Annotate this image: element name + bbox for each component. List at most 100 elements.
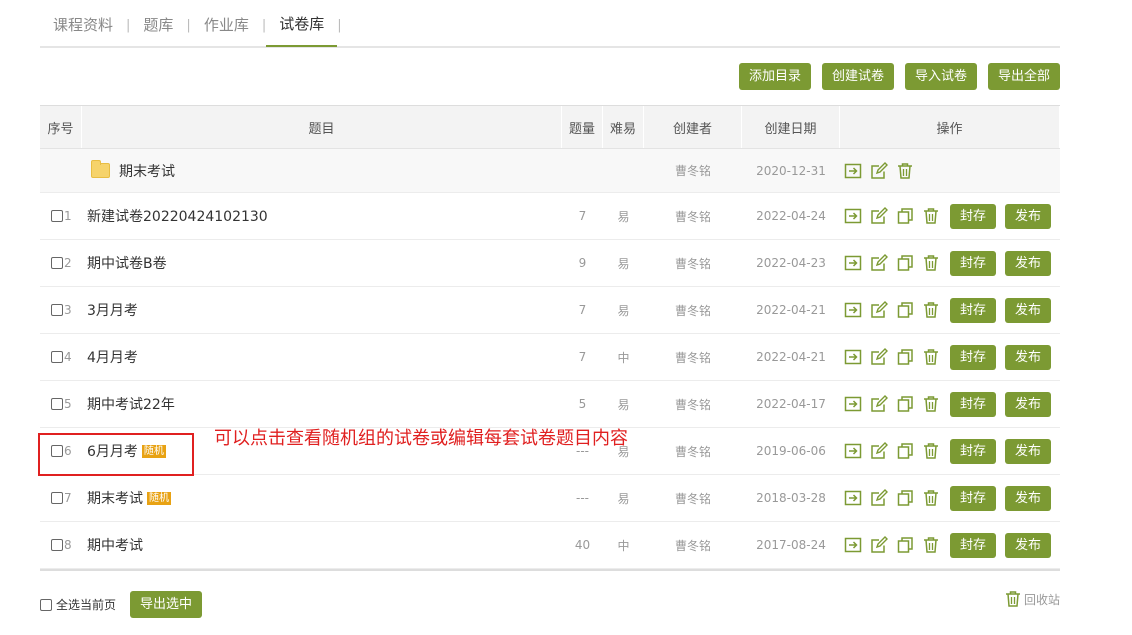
publish-button[interactable]: 发布 (1005, 203, 1052, 229)
archive-button[interactable]: 封存 (950, 485, 997, 511)
move-icon[interactable] (844, 254, 862, 272)
move-icon[interactable] (844, 536, 862, 554)
copy-icon[interactable] (896, 301, 914, 319)
edit-icon[interactable] (870, 536, 888, 554)
archive-button[interactable]: 封存 (950, 344, 997, 370)
copy-icon[interactable] (896, 254, 914, 272)
move-icon[interactable] (844, 489, 862, 507)
question-count: 40 (574, 538, 591, 552)
trash-icon[interactable] (922, 348, 940, 366)
row-title-cell: 期末考试 随机 (82, 475, 562, 521)
edit-icon[interactable] (870, 254, 888, 272)
move-icon[interactable] (844, 348, 862, 366)
paper-title[interactable]: 4月月考 (87, 347, 138, 367)
export-all-button[interactable]: 导出全部 (987, 63, 1060, 90)
row-ops: 封存 发布 (840, 193, 1060, 239)
select-page-checkbox[interactable] (40, 598, 52, 611)
paper-table: 序号 题目 题量 难易 创建者 创建日期 操作 期末考试 曹冬铭 2020-12… (40, 105, 1060, 571)
copy-icon[interactable] (896, 395, 914, 413)
select-page-label[interactable]: 全选当前页 (56, 596, 116, 613)
move-icon[interactable] (844, 442, 862, 460)
copy-icon[interactable] (896, 348, 914, 366)
move-icon[interactable] (844, 395, 862, 413)
paper-title[interactable]: 新建试卷20220424102130 (87, 206, 268, 226)
publish-button[interactable]: 发布 (1005, 250, 1052, 276)
row-checkbox[interactable] (51, 351, 63, 363)
publish-button[interactable]: 发布 (1005, 438, 1052, 464)
row-checkbox[interactable] (51, 304, 63, 316)
edit-icon[interactable] (870, 348, 888, 366)
row-index: 4 (64, 350, 72, 364)
publish-button[interactable]: 发布 (1005, 485, 1052, 511)
bottom-bar: 全选当前页 导出选中 (40, 591, 203, 618)
question-count: 5 (578, 397, 587, 411)
move-icon[interactable] (844, 301, 862, 319)
row-checkbox[interactable] (51, 210, 63, 222)
tab-separator: | (337, 17, 342, 33)
tab-question-bank[interactable]: 题库 (130, 0, 186, 46)
trash-icon[interactable] (922, 207, 940, 225)
random-tag: 随机 (147, 491, 171, 505)
copy-icon[interactable] (896, 536, 914, 554)
archive-button[interactable]: 封存 (950, 297, 997, 323)
question-count: --- (576, 491, 589, 505)
row-checkbox[interactable] (51, 539, 63, 551)
folder-name[interactable]: 期末考试 (119, 161, 175, 181)
export-selected-button[interactable]: 导出选中 (130, 591, 203, 618)
archive-button[interactable]: 封存 (950, 391, 997, 417)
trash-icon[interactable] (922, 254, 940, 272)
row-title-cell: 新建试卷20220424102130 (82, 193, 562, 239)
edit-icon[interactable] (870, 442, 888, 460)
tab-homework-bank[interactable]: 作业库 (191, 0, 262, 46)
trash-icon[interactable] (896, 162, 914, 180)
trash-icon[interactable] (922, 442, 940, 460)
archive-button[interactable]: 封存 (950, 250, 997, 276)
copy-icon[interactable] (896, 489, 914, 507)
folder-ops (840, 149, 1060, 192)
paper-title[interactable]: 期中考试 (87, 535, 143, 555)
publish-button[interactable]: 发布 (1005, 391, 1052, 417)
publish-button[interactable]: 发布 (1005, 297, 1052, 323)
edit-icon[interactable] (870, 207, 888, 225)
publish-button[interactable]: 发布 (1005, 532, 1052, 558)
trash-icon[interactable] (922, 489, 940, 507)
import-paper-button[interactable]: 导入试卷 (904, 63, 977, 90)
row-checkbox[interactable] (51, 492, 63, 504)
archive-button[interactable]: 封存 (950, 203, 997, 229)
trash-icon[interactable] (922, 536, 940, 554)
paper-title[interactable]: 期中试卷B卷 (87, 253, 167, 273)
publish-button[interactable]: 发布 (1005, 344, 1052, 370)
move-icon[interactable] (844, 207, 862, 225)
add-directory-button[interactable]: 添加目录 (738, 63, 811, 90)
row-ops: 封存 发布 (840, 240, 1060, 286)
trash-icon[interactable] (922, 395, 940, 413)
edit-icon[interactable] (870, 301, 888, 319)
creator: 曹冬铭 (674, 350, 711, 365)
tab-paper-bank[interactable]: 试卷库 (266, 0, 338, 47)
created-date: 2022-04-23 (756, 256, 826, 270)
edit-icon[interactable] (870, 161, 888, 180)
paper-title[interactable]: 期中考试22年 (87, 394, 175, 414)
copy-icon[interactable] (896, 442, 914, 460)
table-header: 序号 题目 题量 难易 创建者 创建日期 操作 (40, 106, 1060, 149)
archive-button[interactable]: 封存 (950, 532, 997, 558)
row-checkbox[interactable] (51, 257, 63, 269)
copy-icon[interactable] (896, 207, 914, 225)
tab-course-materials[interactable]: 课程资料 (40, 0, 126, 46)
edit-icon[interactable] (870, 395, 888, 413)
row-checkbox[interactable] (51, 398, 63, 410)
recycle-bin-link[interactable]: 回收站 (1004, 590, 1060, 608)
paper-title[interactable]: 3月月考 (87, 300, 138, 320)
paper-title[interactable]: 期末考试 (87, 488, 143, 508)
row-index-cell: 7 (40, 475, 82, 521)
created-date: 2022-04-24 (756, 209, 826, 223)
tab-bar: 课程资料 | 题库 | 作业库 | 试卷库 | (40, 0, 1060, 48)
create-paper-button[interactable]: 创建试卷 (821, 63, 894, 90)
folder-row[interactable]: 期末考试 曹冬铭 2020-12-31 (40, 149, 1060, 193)
edit-icon[interactable] (870, 489, 888, 507)
difficulty: 中 (617, 350, 630, 365)
move-icon[interactable] (844, 162, 862, 180)
trash-icon[interactable] (922, 301, 940, 319)
row-index-cell: 8 (40, 522, 82, 568)
archive-button[interactable]: 封存 (950, 438, 997, 464)
